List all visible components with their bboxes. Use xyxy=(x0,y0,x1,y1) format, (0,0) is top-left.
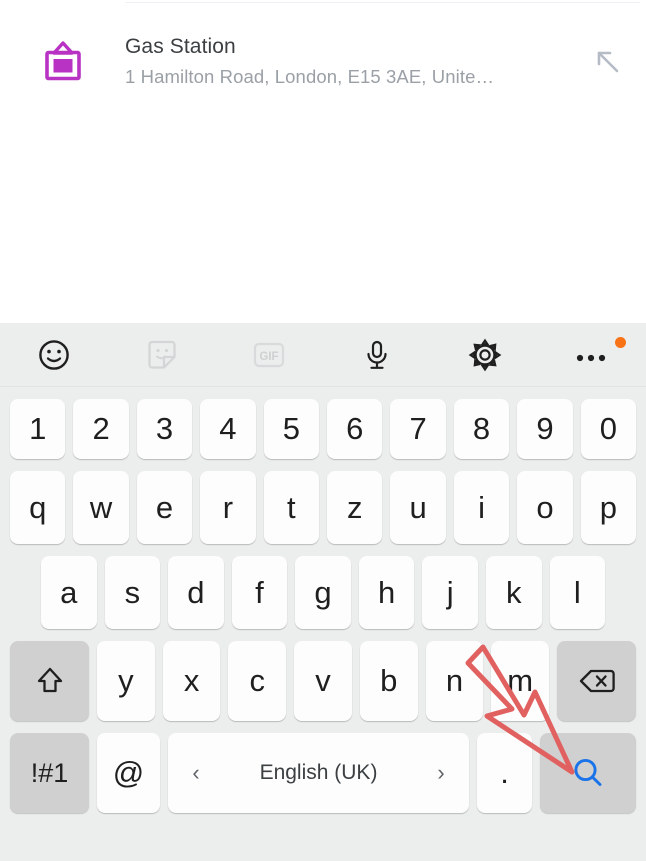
key-6[interactable]: 6 xyxy=(327,399,383,459)
autofill-suggestion-panel: Gas Station 1 Hamilton Road, London, E15… xyxy=(0,0,646,323)
prev-language-chevron-icon[interactable]: ‹ xyxy=(186,760,206,786)
space-key[interactable]: ‹ English (UK) › xyxy=(168,733,469,813)
key-m[interactable]: m xyxy=(491,641,550,721)
key-n[interactable]: n xyxy=(425,641,484,721)
key-j[interactable]: j xyxy=(422,556,478,629)
gif-icon[interactable]: GIF xyxy=(215,323,323,387)
key-h[interactable]: h xyxy=(358,556,415,629)
key-2[interactable]: 2 xyxy=(73,399,129,459)
key-t[interactable]: t xyxy=(263,471,320,544)
gear-icon[interactable] xyxy=(431,323,539,387)
key-r[interactable]: r xyxy=(200,471,256,544)
key-s[interactable]: s xyxy=(104,556,161,629)
search-key[interactable] xyxy=(540,733,636,813)
key-k[interactable]: k xyxy=(485,556,542,629)
svg-text:GIF: GIF xyxy=(260,351,279,363)
keyboard-row-space: !#1 @ ‹ English (UK) › . xyxy=(3,733,643,825)
key-0[interactable]: 0 xyxy=(580,399,637,459)
shift-key[interactable] xyxy=(10,641,89,721)
overflow-menu-icon[interactable] xyxy=(538,323,646,387)
next-language-chevron-icon[interactable]: › xyxy=(431,760,451,786)
key-a[interactable]: a xyxy=(41,556,97,629)
key-5[interactable]: 5 xyxy=(263,399,320,459)
key-z[interactable]: z xyxy=(327,471,383,544)
key-w[interactable]: w xyxy=(73,471,129,544)
suggestion-item[interactable]: Gas Station 1 Hamilton Road, London, E15… xyxy=(0,22,646,100)
keyboard-row-top: q w e r t z u i o p xyxy=(3,471,643,556)
key-x[interactable]: x xyxy=(162,641,221,721)
row-home-left-pad xyxy=(6,556,37,641)
backspace-key[interactable] xyxy=(557,641,637,721)
emoji-icon[interactable] xyxy=(0,323,108,387)
microphone-icon[interactable] xyxy=(323,323,431,387)
key-q[interactable]: q xyxy=(10,471,66,544)
shop-sign-icon xyxy=(0,40,125,82)
space-language-label: English (UK) xyxy=(259,761,378,784)
key-4[interactable]: 4 xyxy=(200,399,256,459)
key-d[interactable]: d xyxy=(168,556,224,629)
software-keyboard: GIF 1 2 3 4 5 6 7 8 9 0 q w e r t z u i … xyxy=(0,323,646,861)
keyboard-row-numbers: 1 2 3 4 5 6 7 8 9 0 xyxy=(3,387,643,471)
key-c[interactable]: c xyxy=(228,641,287,721)
key-v[interactable]: v xyxy=(294,641,352,721)
key-y[interactable]: y xyxy=(97,641,155,721)
key-3[interactable]: 3 xyxy=(136,399,193,459)
at-key[interactable]: @ xyxy=(97,733,160,813)
period-key[interactable]: . xyxy=(477,733,532,813)
key-b[interactable]: b xyxy=(359,641,418,721)
key-l[interactable]: l xyxy=(549,556,606,629)
key-u[interactable]: u xyxy=(390,471,446,544)
sticker-icon[interactable] xyxy=(108,323,216,387)
suggestion-text: Gas Station 1 Hamilton Road, London, E15… xyxy=(125,33,568,90)
keyboard-row-bottom: y x c v b n m xyxy=(3,641,643,733)
arrow-up-left-icon[interactable] xyxy=(568,44,646,78)
key-p[interactable]: p xyxy=(580,471,637,544)
key-7[interactable]: 7 xyxy=(390,399,446,459)
key-1[interactable]: 1 xyxy=(10,399,66,459)
suggestion-title: Gas Station xyxy=(125,34,236,58)
keyboard-row-home: a s d f g h j k l xyxy=(3,556,643,641)
keyboard-key-rows: 1 2 3 4 5 6 7 8 9 0 q w e r t z u i o p … xyxy=(0,387,646,825)
panel-divider xyxy=(125,2,640,3)
key-g[interactable]: g xyxy=(295,556,351,629)
key-o[interactable]: o xyxy=(517,471,573,544)
screen: Gas Station 1 Hamilton Road, London, E15… xyxy=(0,0,646,861)
keyboard-toolbar: GIF xyxy=(0,323,646,387)
symbols-key[interactable]: !#1 xyxy=(10,733,89,813)
key-8[interactable]: 8 xyxy=(453,399,510,459)
row-home-right-pad xyxy=(609,556,640,641)
key-9[interactable]: 9 xyxy=(517,399,573,459)
suggestion-subtitle: 1 Hamilton Road, London, E15 3AE, Unite… xyxy=(125,65,495,87)
key-i[interactable]: i xyxy=(453,471,510,544)
overflow-badge-dot xyxy=(615,336,627,348)
key-e[interactable]: e xyxy=(136,471,193,544)
key-f[interactable]: f xyxy=(231,556,288,629)
